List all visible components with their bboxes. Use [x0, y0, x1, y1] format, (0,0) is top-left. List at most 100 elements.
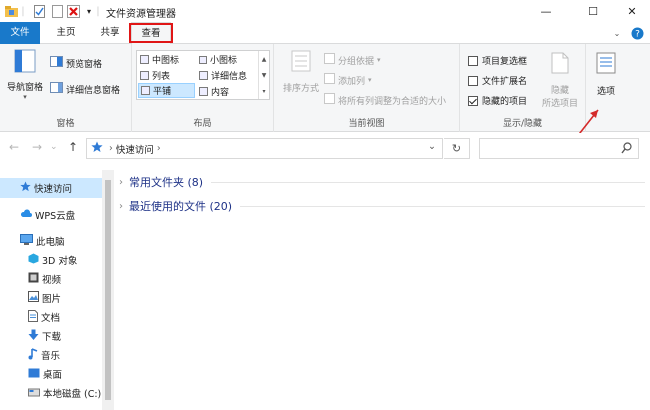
nav-pane-label: 导航窗格: [6, 83, 43, 93]
file-extensions-checkbox[interactable]: [468, 75, 478, 86]
group-header-recent-files[interactable]: › 最近使用的文件 (20): [119, 198, 645, 214]
chevron-right-icon[interactable]: ›: [119, 201, 123, 212]
navigation-pane-scrollbar[interactable]: [102, 170, 114, 410]
music-icon: [28, 347, 38, 363]
layout-gallery: 中图标 小图标 列表 详细信息 平铺 内容 ▲ ▼ ▾: [136, 50, 270, 100]
folder-icon[interactable]: [4, 4, 18, 18]
new-folder-icon[interactable]: [51, 4, 63, 18]
search-input[interactable]: [479, 138, 639, 159]
collapse-ribbon-icon[interactable]: ⌄: [611, 26, 623, 40]
group-header-label: 常用文件夹 (8): [129, 176, 204, 189]
nav-item-3d-objects[interactable]: 3D 对象: [0, 250, 102, 270]
details-pane-icon: [50, 82, 63, 96]
layout-small-icons-label: 小图标: [210, 56, 238, 66]
hide-selected-button[interactable]: 隐藏 所选项目: [540, 52, 580, 109]
group-by-icon: [324, 53, 335, 67]
layout-details-label: 详细信息: [211, 72, 248, 82]
sort-by-button[interactable]: 排序方式: [280, 50, 322, 98]
options-button[interactable]: 选项: [590, 52, 622, 100]
layout-tiles[interactable]: 平铺: [138, 83, 195, 98]
delete-icon[interactable]: [66, 4, 80, 18]
details-pane-button[interactable]: 详细信息窗格: [50, 82, 120, 96]
refresh-button[interactable]: ↻: [444, 138, 470, 159]
customize-dropdown-icon[interactable]: ▾: [84, 4, 94, 18]
close-button[interactable]: ✕: [612, 0, 650, 22]
preview-pane-button[interactable]: 预览窗格: [50, 56, 102, 70]
nav-item-local-disk-c[interactable]: 本地磁盘 (C:): [0, 383, 102, 403]
expand-gallery-icon[interactable]: ▾: [262, 88, 265, 95]
size-all-columns-button[interactable]: 将所有列调整为合适的大小: [324, 93, 446, 107]
chevron-right-icon[interactable]: ›: [119, 177, 123, 188]
scroll-down-icon[interactable]: ▼: [262, 72, 267, 79]
nav-item-quick-access[interactable]: 快速访问: [0, 178, 102, 198]
nav-item-pictures[interactable]: 图片: [0, 288, 102, 308]
hidden-items-checkbox[interactable]: [468, 95, 478, 106]
current-view-group: 排序方式 分组依据 ▾ 添加列 ▾ 将所有列调整为合适的大小 当前视图: [274, 44, 460, 132]
breadcrumb-separator: ›: [156, 143, 161, 154]
layout-small-icons[interactable]: 小图标: [197, 52, 257, 67]
help-icon[interactable]: ?: [630, 26, 644, 40]
minimize-button[interactable]: —: [526, 0, 566, 22]
nav-item-label: 视频: [42, 275, 62, 286]
nav-item-videos[interactable]: 视频: [0, 269, 102, 289]
documents-icon: [28, 309, 38, 325]
forward-button[interactable]: →: [32, 140, 42, 154]
show-hide-group-label: 显示/隐藏: [502, 119, 543, 129]
details-icon: [199, 71, 208, 80]
item-checkboxes-toggle[interactable]: 项目复选框: [468, 54, 527, 67]
layout-list[interactable]: 列表: [138, 68, 196, 83]
3d-objects-icon: [28, 253, 39, 267]
up-button[interactable]: ↑: [68, 140, 78, 154]
address-bar[interactable]: › 快速访问 › ⌄: [86, 138, 443, 159]
tab-home[interactable]: 主页: [46, 22, 86, 44]
nav-item-this-pc[interactable]: 此电脑: [0, 231, 102, 251]
layout-content-label: 内容: [211, 88, 230, 98]
preview-pane-icon: [50, 56, 63, 70]
drive-icon: [28, 387, 40, 400]
group-header-frequent-folders[interactable]: › 常用文件夹 (8): [119, 174, 645, 190]
recent-locations-button[interactable]: ⌄: [50, 142, 58, 152]
scroll-up-icon[interactable]: ▲: [262, 56, 267, 63]
item-checkboxes-label: 项目复选框: [482, 57, 528, 67]
nav-item-desktop[interactable]: 桌面: [0, 364, 102, 384]
file-list-content: › 常用文件夹 (8) › 最近使用的文件 (20): [115, 170, 650, 410]
pictures-icon: [28, 291, 39, 305]
add-column-dropdown-icon: ▾: [368, 76, 372, 84]
nav-item-downloads[interactable]: 下载: [0, 326, 102, 346]
nav-pane-button[interactable]: 导航窗格 ▾: [6, 49, 44, 101]
scrollbar-thumb[interactable]: [105, 180, 111, 400]
maximize-button[interactable]: ☐: [573, 0, 613, 22]
add-column-button[interactable]: 添加列 ▾: [324, 73, 372, 87]
layout-gallery-scroll[interactable]: ▲ ▼ ▾: [258, 51, 269, 99]
medium-icons-icon: [140, 55, 149, 64]
hidden-items-toggle[interactable]: 隐藏的项目: [468, 94, 527, 107]
group-by-label: 分组依据: [338, 56, 375, 67]
tab-share[interactable]: 共享: [90, 22, 130, 44]
breadcrumb-quick-access[interactable]: 快速访问: [116, 142, 154, 156]
nav-item-documents[interactable]: 文档: [0, 307, 102, 327]
back-button[interactable]: ←: [9, 140, 19, 154]
nav-item-label: WPS云盘: [35, 211, 76, 222]
file-extensions-toggle[interactable]: 文件扩展名: [468, 74, 527, 87]
layout-medium-icons[interactable]: 中图标: [138, 52, 196, 67]
nav-item-label: 音乐: [41, 351, 61, 362]
group-header-label: 最近使用的文件 (20): [129, 200, 233, 213]
tab-view[interactable]: 查看: [131, 22, 171, 45]
navigation-pane: 快速访问 WPS云盘 此电脑 3D 对象 视频 图片 文档 下载 音乐 桌面 本…: [0, 170, 115, 410]
item-checkboxes-checkbox[interactable]: [468, 55, 478, 66]
nav-item-wps-cloud[interactable]: WPS云盘: [0, 205, 102, 225]
search-icon[interactable]: [621, 142, 632, 157]
file-extensions-label: 文件扩展名: [482, 77, 528, 87]
nav-item-label: 桌面: [43, 370, 63, 381]
layout-content[interactable]: 内容: [197, 84, 257, 99]
properties-icon[interactable]: [33, 4, 45, 18]
group-by-button[interactable]: 分组依据 ▾: [324, 53, 381, 67]
address-dropdown-button[interactable]: ⌄: [428, 141, 436, 152]
nav-item-music[interactable]: 音乐: [0, 345, 102, 365]
breadcrumb-separator: ›: [109, 143, 113, 154]
layout-details[interactable]: 详细信息: [197, 68, 257, 83]
add-column-icon: [324, 73, 335, 87]
tab-file[interactable]: 文件: [0, 22, 40, 44]
list-icon: [140, 71, 149, 80]
group-by-dropdown-icon: ▾: [377, 56, 381, 64]
